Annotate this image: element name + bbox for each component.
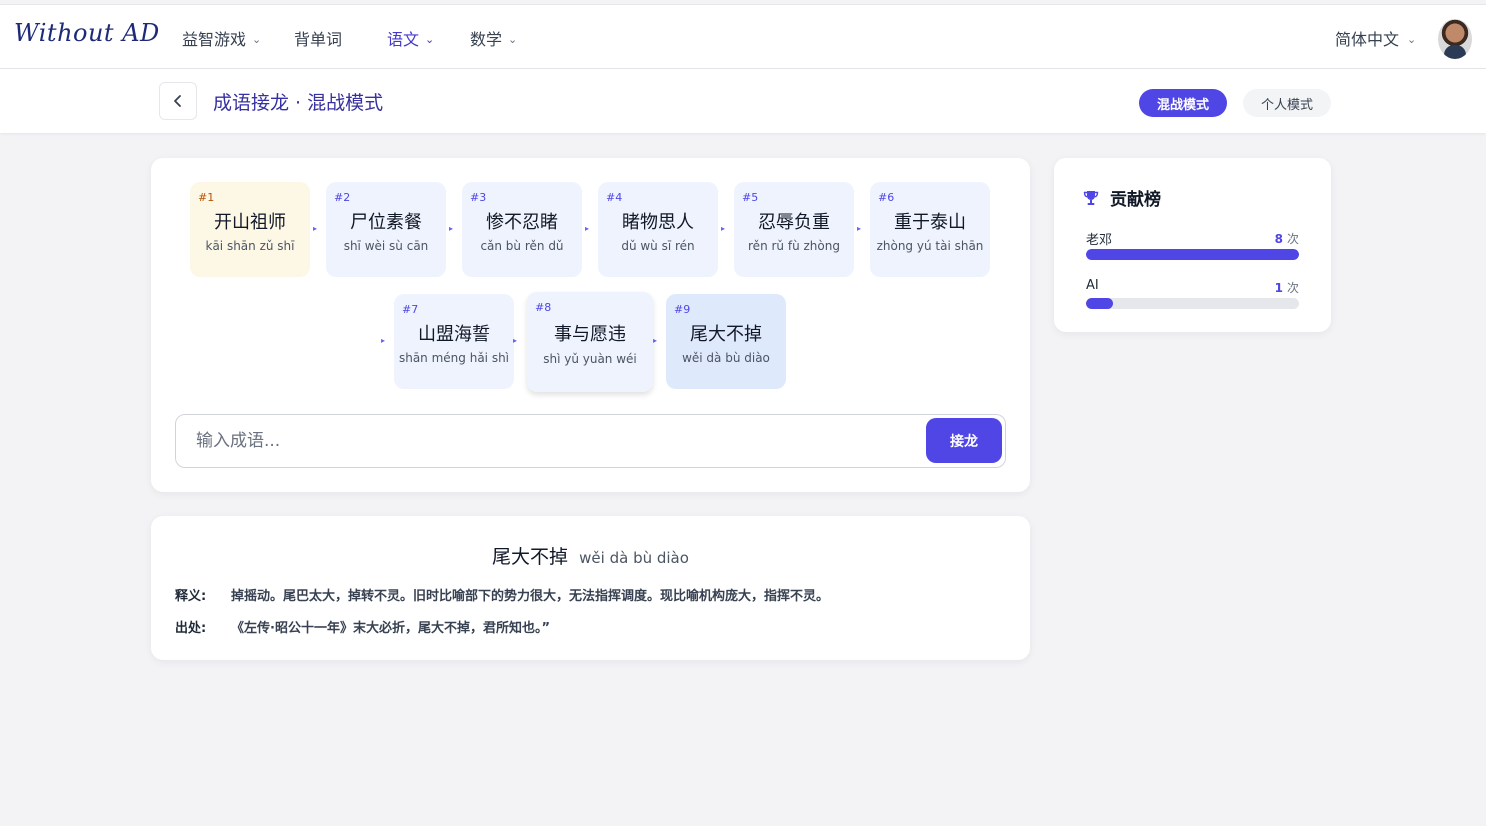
tile-number: #9 [674, 303, 691, 316]
back-button[interactable] [159, 82, 197, 120]
tile-pinyin: shān méng hǎi shì [398, 351, 510, 365]
idiom-input[interactable] [196, 428, 896, 454]
meaning-text: 掉摇动。尾巴太大，掉转不灵。旧时比喻部下的势力很大，无法指挥调度。现比喻机构庞大… [231, 589, 830, 604]
tile-pinyin: zhòng yú tài shān [876, 239, 984, 253]
arrow-icon: ▸ [585, 224, 590, 233]
tile-number: #6 [878, 191, 895, 204]
chain-tile[interactable]: #5 忍辱负重 rěn rǔ fù zhòng [734, 182, 854, 277]
chain-tile[interactable]: #1 开山祖师 kāi shān zǔ shī [190, 182, 310, 277]
leaderboard-count: 8次 [1275, 230, 1299, 247]
arrow-icon: ▸ [449, 224, 454, 233]
arrow-icon: ▸ [381, 336, 386, 345]
language-selector[interactable]: 简体中文 ⌄ [1335, 26, 1416, 50]
contribution-bar-fill [1086, 249, 1299, 260]
submit-idiom-button[interactable]: 接龙 [926, 418, 1002, 463]
tile-number: #4 [606, 191, 623, 204]
tile-word: 尸位素餐 [350, 212, 422, 233]
arrow-icon: ▸ [653, 336, 658, 345]
top-navbar: Without AD 益智游戏 ⌄ 背单词 语文 ⌄ 数学 ⌄ 简体中文 ⌄ [0, 4, 1486, 69]
count-unit: 次 [1286, 281, 1299, 295]
chevron-down-icon: ⌄ [1407, 32, 1417, 46]
source-text: 《左传·昭公十一年》末大必折，尾大不掉，君所知也。” [231, 621, 550, 636]
leaderboard-title-text: 贡献榜 [1110, 190, 1161, 210]
tile-number: #2 [334, 191, 351, 204]
chain-tile[interactable]: #9 尾大不掉 wěi dà bù diào [666, 294, 786, 389]
nav-item-label: 语文 [387, 30, 420, 49]
meaning-label: 释义: [175, 589, 207, 604]
arrow-icon: ▸ [513, 336, 518, 345]
trophy-icon [1083, 190, 1099, 205]
source-label: 出处: [175, 621, 207, 636]
arrow-icon: ▸ [313, 224, 318, 233]
idiom-chain-card: #1 开山祖师 kāi shān zǔ shī ▸ #2 尸位素餐 shī wè… [151, 158, 1030, 492]
nav-item-label: 背单词 [294, 30, 343, 49]
tile-number: #8 [535, 301, 552, 314]
avatar[interactable] [1438, 19, 1472, 59]
chevron-down-icon: ⌄ [252, 32, 262, 46]
tile-word: 开山祖师 [214, 212, 286, 233]
nav-item-chinese[interactable]: 语文 ⌄ [387, 26, 434, 50]
tile-number: #7 [402, 303, 419, 316]
leaderboard-count: 1次 [1275, 279, 1299, 296]
tile-pinyin: shì yǔ yuàn wéi [543, 352, 637, 366]
tile-word: 忍辱负重 [758, 212, 830, 233]
leaderboard-card: 贡献榜 老邓 8次 AI 1次 [1054, 158, 1331, 332]
leaderboard-title: 贡献榜 [1082, 185, 1161, 210]
leaderboard-name: AI [1086, 278, 1099, 293]
chain-tile[interactable]: #7 山盟海誓 shān méng hǎi shì [394, 294, 514, 389]
idiom-detail-card: 尾大不掉 wěi dà bù diào 释义: 掉摇动。尾巴太大，掉转不灵。旧时比… [151, 516, 1030, 660]
chain-tile[interactable]: #4 睹物思人 dǔ wù sī rén [598, 182, 718, 277]
tile-pinyin: cǎn bù rěn dǔ [480, 239, 564, 253]
chain-tile[interactable]: #8 事与愿违 shì yǔ yuàn wéi [527, 292, 653, 392]
chain-tile[interactable]: #3 惨不忍睹 cǎn bù rěn dǔ [462, 182, 582, 277]
mode-solo-button[interactable]: 个人模式 [1243, 89, 1331, 117]
page-title: 成语接龙 · 混战模式 [213, 92, 384, 114]
logo[interactable]: Without AD [14, 19, 160, 47]
page-header: 成语接龙 · 混战模式 混战模式 个人模式 [0, 69, 1486, 133]
contribution-bar [1086, 249, 1299, 260]
count-unit: 次 [1286, 232, 1299, 246]
chevron-down-icon: ⌄ [425, 32, 435, 46]
tile-word: 事与愿违 [554, 324, 626, 345]
idiom-input-group: 接龙 [175, 414, 1006, 468]
source-row: 出处: 《左传·昭公十一年》末大必折，尾大不掉，君所知也。” [175, 617, 550, 636]
nav-item-math[interactable]: 数学 ⌄ [470, 26, 517, 50]
nav-item-puzzle-games[interactable]: 益智游戏 ⌄ [182, 26, 261, 50]
nav-item-vocabulary[interactable]: 背单词 [294, 26, 342, 50]
chevron-left-icon [174, 95, 181, 107]
tile-pinyin: rěn rǔ fù zhòng [748, 239, 840, 253]
tile-word: 尾大不掉 [690, 324, 762, 345]
detail-pinyin: wěi dà bù diào [579, 549, 689, 567]
tile-number: #3 [470, 191, 487, 204]
tile-word: 惨不忍睹 [486, 212, 558, 233]
contribution-bar [1086, 298, 1299, 309]
language-label: 简体中文 [1335, 30, 1400, 49]
arrow-icon: ▸ [721, 224, 726, 233]
detail-heading: 尾大不掉 wěi dà bù diào [151, 542, 1030, 569]
count-value: 1 [1274, 281, 1283, 295]
count-value: 8 [1274, 232, 1283, 246]
chain-tile[interactable]: #2 尸位素餐 shī wèi sù cān [326, 182, 446, 277]
chain-tile[interactable]: #6 重于泰山 zhòng yú tài shān [870, 182, 990, 277]
meaning-row: 释义: 掉摇动。尾巴太大，掉转不灵。旧时比喻部下的势力很大，无法指挥调度。现比喻机… [175, 585, 829, 604]
tile-pinyin: dǔ wù sī rén [621, 239, 695, 253]
chevron-down-icon: ⌄ [508, 32, 518, 46]
tile-pinyin: kāi shān zǔ shī [205, 239, 295, 253]
detail-word: 尾大不掉 [492, 546, 569, 568]
tile-word: 睹物思人 [622, 212, 694, 233]
tile-pinyin: shī wèi sù cān [343, 239, 429, 253]
nav-item-label: 数学 [470, 30, 503, 49]
contribution-bar-fill [1086, 298, 1113, 309]
tile-word: 重于泰山 [894, 212, 966, 233]
nav-item-label: 益智游戏 [182, 30, 247, 49]
tile-number: #1 [198, 191, 215, 204]
mode-melee-button[interactable]: 混战模式 [1139, 89, 1227, 117]
leaderboard-name: 老邓 [1086, 233, 1113, 248]
tile-number: #5 [742, 191, 759, 204]
tile-word: 山盟海誓 [418, 324, 490, 345]
tile-pinyin: wěi dà bù diào [682, 351, 770, 365]
arrow-icon: ▸ [857, 224, 862, 233]
